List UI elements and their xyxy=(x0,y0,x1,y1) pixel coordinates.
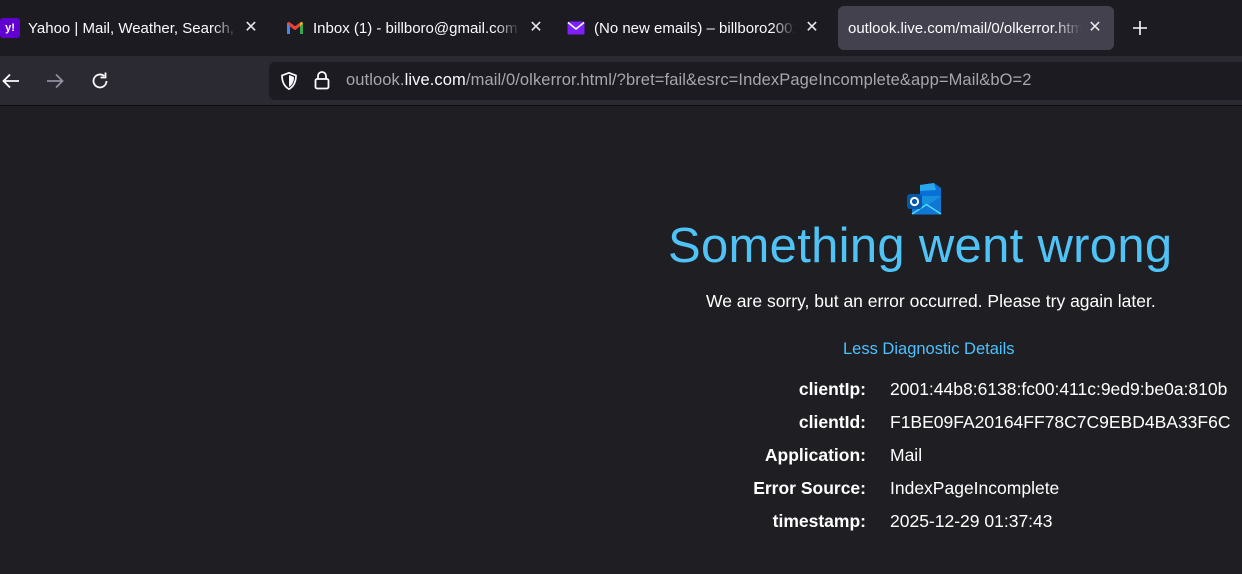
tab-title: (No new emails) – billboro2001@yahoo.com xyxy=(594,19,796,37)
close-tab-icon[interactable]: ✕ xyxy=(1086,18,1104,36)
forward-button[interactable] xyxy=(42,68,68,94)
diagnostic-key: clientId: xyxy=(798,412,866,432)
diagnostic-row-error-source: Error Source: IndexPageIncomplete xyxy=(0,478,1242,502)
diagnostic-key: timestamp: xyxy=(772,511,866,531)
error-message: We are sorry, but an error occurred. Ple… xyxy=(706,291,1156,311)
close-tab-icon[interactable]: ✕ xyxy=(242,18,260,36)
navigation-toolbar: outlook.live.com/mail/0/olkerror.html/?b… xyxy=(0,56,1242,106)
diagnostic-value: IndexPageIncomplete xyxy=(890,478,1060,498)
yahoo-icon: y! xyxy=(0,18,20,38)
error-page: Something went wrong We are sorry, but a… xyxy=(0,106,1242,574)
tab-title: outlook.live.com/mail/0/olkerror.html xyxy=(848,19,1082,37)
diagnostic-value: 2001:44b8:6138:fc00:411c:9ed9:be0a:810b xyxy=(890,379,1228,399)
gmail-icon xyxy=(285,18,305,38)
url-text[interactable]: outlook.live.com/mail/0/olkerror.html/?b… xyxy=(346,71,1032,90)
diagnostic-row-client-id: clientId: F1BE09FA20164FF78C7C9EBD4BA33F… xyxy=(0,412,1242,436)
arrow-left-icon xyxy=(2,73,19,89)
tab-yahoo[interactable]: y! Yahoo | Mail, Weather, Search, Politi… xyxy=(0,6,270,50)
tab-title: Yahoo | Mail, Weather, Search, Politics,… xyxy=(28,19,238,37)
tab-yahoo-mail[interactable]: (No new emails) – billboro2001@yahoo.com… xyxy=(566,6,831,50)
yahoo-mail-icon xyxy=(566,18,586,38)
diagnostic-key: Error Source: xyxy=(753,478,866,498)
tab-outlook-active[interactable]: outlook.live.com/mail/0/olkerror.html ✕ xyxy=(838,6,1114,50)
diagnostic-value: F1BE09FA20164FF78C7C9EBD4BA33F6C xyxy=(890,412,1231,432)
outlook-logo-icon xyxy=(906,182,942,216)
shield-icon[interactable] xyxy=(279,71,299,96)
url-host: live.com xyxy=(404,71,466,89)
url-path: /mail/0/olkerror.html/?bret=fail&esrc=In… xyxy=(465,71,1032,89)
tab-title: Inbox (1) - billboro@gmail.com xyxy=(313,19,518,37)
close-tab-icon[interactable]: ✕ xyxy=(527,18,545,36)
new-tab-button[interactable] xyxy=(1128,16,1152,40)
tab-bar: y! Yahoo | Mail, Weather, Search, Politi… xyxy=(0,0,1242,56)
less-diagnostic-details-link[interactable]: Less Diagnostic Details xyxy=(843,340,1015,359)
diagnostic-value: Mail xyxy=(890,445,923,465)
error-heading: Something went wrong xyxy=(668,219,1173,273)
lock-icon[interactable] xyxy=(313,70,331,95)
diagnostic-value: 2025-12-29 01:37:43 xyxy=(890,511,1053,531)
diagnostic-row-timestamp: timestamp: 2025-12-29 01:37:43 xyxy=(0,511,1242,535)
diagnostic-row-application: Application: Mail xyxy=(0,445,1242,469)
diagnostic-key: Application: xyxy=(764,445,866,465)
diagnostic-row-client-ip: clientIp: 2001:44b8:6138:fc00:411c:9ed9:… xyxy=(0,379,1242,403)
url-prefix: outlook. xyxy=(346,71,405,89)
tab-gmail[interactable]: Inbox (1) - billboro@gmail.com ✕ xyxy=(285,6,555,50)
url-bar[interactable]: outlook.live.com/mail/0/olkerror.html/?b… xyxy=(269,62,1242,100)
arrow-right-icon xyxy=(47,73,64,89)
close-tab-icon[interactable]: ✕ xyxy=(803,18,821,36)
reload-button[interactable] xyxy=(87,68,113,94)
diagnostic-key: clientIp: xyxy=(798,379,866,399)
plus-icon xyxy=(1133,21,1147,35)
reload-icon xyxy=(92,72,108,89)
back-button[interactable] xyxy=(0,68,24,94)
